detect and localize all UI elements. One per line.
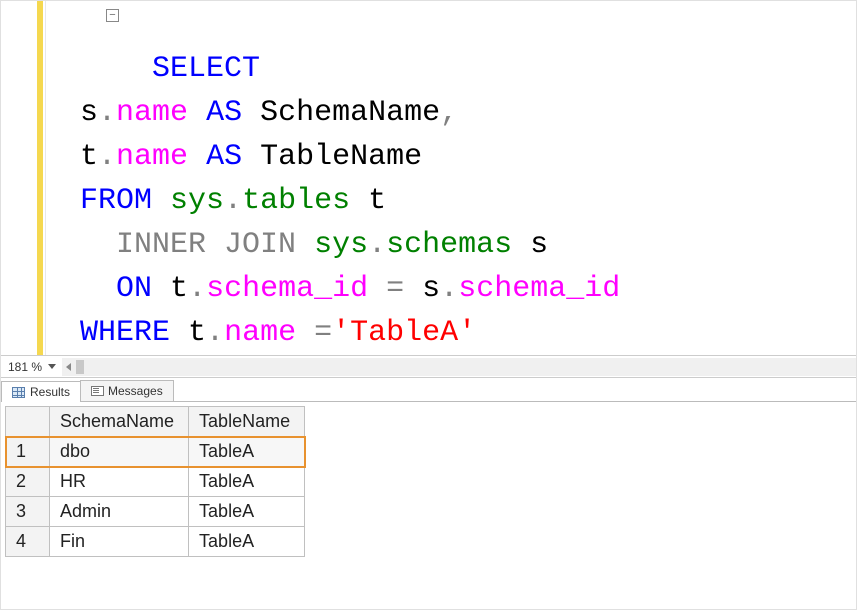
- corner-cell[interactable]: [6, 407, 50, 437]
- col-header-schemaname[interactable]: SchemaName: [50, 407, 189, 437]
- obj-tables: tables: [242, 184, 350, 218]
- comma: ,: [440, 96, 458, 130]
- result-tabs: Results Messages: [1, 378, 856, 402]
- kw-join: JOIN: [224, 228, 296, 262]
- alias-t: t: [170, 272, 188, 306]
- alias-s: s: [422, 272, 440, 306]
- alias-t: t: [80, 140, 98, 174]
- table-row[interactable]: 3 Admin TableA: [6, 497, 305, 527]
- cell-schemaname[interactable]: Fin: [50, 527, 189, 557]
- table-row[interactable]: 2 HR TableA: [6, 467, 305, 497]
- tab-messages-label: Messages: [108, 384, 163, 398]
- kw-on: ON: [116, 272, 152, 306]
- row-number[interactable]: 1: [6, 437, 50, 467]
- col-name: name: [116, 140, 188, 174]
- zoom-level[interactable]: 181 %: [4, 360, 46, 374]
- zoom-dropdown-icon[interactable]: [48, 364, 56, 369]
- col-name: name: [224, 316, 296, 350]
- obj-schemas: schemas: [386, 228, 512, 262]
- horizontal-scrollbar[interactable]: [62, 358, 856, 376]
- editor-gutter: [1, 1, 46, 355]
- table-row[interactable]: 4 Fin TableA: [6, 527, 305, 557]
- col-header-tablename[interactable]: TableName: [189, 407, 305, 437]
- results-grid[interactable]: SchemaName TableName 1 dbo TableA 2 HR T…: [5, 406, 305, 557]
- cell-schemaname[interactable]: HR: [50, 467, 189, 497]
- op-eq: =: [314, 316, 332, 350]
- kw-as: AS: [206, 96, 242, 130]
- dot: .: [188, 272, 206, 306]
- cell-schemaname[interactable]: dbo: [50, 437, 189, 467]
- row-number[interactable]: 4: [6, 527, 50, 557]
- string-literal: 'TableA': [332, 316, 476, 350]
- alias-t: t: [368, 184, 386, 218]
- tab-results-label: Results: [30, 385, 70, 399]
- zoom-status-bar: 181 %: [1, 356, 856, 378]
- row-number[interactable]: 2: [6, 467, 50, 497]
- scroll-thumb[interactable]: [76, 360, 84, 374]
- kw-select: SELECT: [152, 52, 260, 86]
- change-indicator-bar: [37, 1, 43, 355]
- alias-s: s: [530, 228, 548, 262]
- schema-sys: sys: [170, 184, 224, 218]
- table-row[interactable]: 1 dbo TableA: [6, 437, 305, 467]
- cell-tablename[interactable]: TableA: [189, 527, 305, 557]
- col-name: name: [116, 96, 188, 130]
- dot: .: [206, 316, 224, 350]
- schema-sys: sys: [314, 228, 368, 262]
- kw-as: AS: [206, 140, 242, 174]
- row-number[interactable]: 3: [6, 497, 50, 527]
- scroll-left-icon[interactable]: [66, 363, 71, 371]
- messages-icon: [91, 386, 103, 397]
- kw-inner: INNER: [116, 228, 206, 262]
- op-eq: =: [386, 272, 404, 306]
- kw-from: FROM: [80, 184, 152, 218]
- alias-s: s: [80, 96, 98, 130]
- cell-tablename[interactable]: TableA: [189, 467, 305, 497]
- label-schemaname: SchemaName: [260, 96, 440, 130]
- tab-results[interactable]: Results: [1, 381, 81, 402]
- results-grid-icon: [12, 387, 25, 398]
- cell-schemaname[interactable]: Admin: [50, 497, 189, 527]
- dot: .: [98, 96, 116, 130]
- cell-tablename[interactable]: TableA: [189, 497, 305, 527]
- tab-messages[interactable]: Messages: [80, 380, 174, 401]
- dot: .: [98, 140, 116, 174]
- dot: .: [224, 184, 242, 218]
- header-row: SchemaName TableName: [6, 407, 305, 437]
- col-schemaid: schema_id: [206, 272, 368, 306]
- col-schemaid: schema_id: [458, 272, 620, 306]
- cell-tablename[interactable]: TableA: [189, 437, 305, 467]
- kw-where: WHERE: [80, 316, 170, 350]
- sql-editor[interactable]: −SELECT s.name AS SchemaName, t.name AS …: [1, 1, 856, 356]
- dot: .: [368, 228, 386, 262]
- dot: .: [440, 272, 458, 306]
- collapse-toggle-icon[interactable]: −: [106, 9, 119, 22]
- alias-t: t: [188, 316, 206, 350]
- label-tablename: TableName: [260, 140, 422, 174]
- results-pane[interactable]: SchemaName TableName 1 dbo TableA 2 HR T…: [1, 402, 856, 609]
- code-content[interactable]: −SELECT s.name AS SchemaName, t.name AS …: [46, 1, 622, 355]
